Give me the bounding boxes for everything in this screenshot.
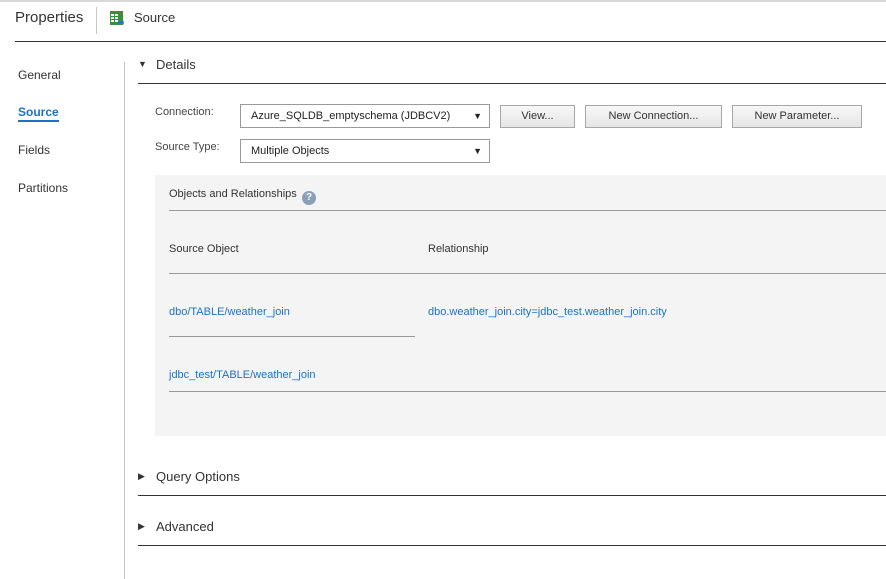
caret-right-icon: ▶ bbox=[138, 521, 145, 531]
header-divider bbox=[96, 7, 97, 34]
nav-item-source[interactable]: Source bbox=[18, 105, 59, 122]
dropdown-arrow-icon: ▼ bbox=[473, 146, 482, 156]
details-rule bbox=[138, 83, 886, 84]
header-rule bbox=[15, 41, 886, 42]
source-type-select[interactable]: Multiple Objects ▼ bbox=[240, 139, 490, 163]
table-grid-icon bbox=[110, 11, 124, 25]
source-type-label: Source Type: bbox=[155, 141, 220, 153]
properties-header: Properties Source bbox=[0, 2, 886, 42]
properties-side-nav: General Source Fields Partitions bbox=[0, 42, 124, 579]
advanced-title: Advanced bbox=[156, 519, 214, 534]
objects-relationships-panel: Objects and Relationships ? Source Objec… bbox=[155, 175, 886, 436]
source-object-link[interactable]: dbo/TABLE/weather_join bbox=[169, 306, 290, 318]
help-circle-icon[interactable]: ? bbox=[302, 191, 316, 205]
advanced-section-header[interactable]: ▶ Advanced bbox=[138, 518, 886, 548]
view-button[interactable]: View... bbox=[500, 105, 575, 128]
column-header-rule bbox=[169, 273, 886, 274]
header-source-label: Source bbox=[134, 10, 176, 25]
objects-relationships-title: Objects and Relationships bbox=[169, 188, 297, 200]
nav-item-general[interactable]: General bbox=[18, 68, 61, 82]
dropdown-arrow-icon: ▼ bbox=[473, 111, 482, 121]
properties-title: Properties bbox=[15, 9, 84, 26]
connection-select[interactable]: Azure_SQLDB_emptyschema (JDBCV2) ▼ bbox=[240, 104, 490, 128]
advanced-rule bbox=[138, 545, 886, 546]
relationship-column-header: Relationship bbox=[428, 243, 489, 255]
query-options-title: Query Options bbox=[156, 469, 240, 484]
row-separator bbox=[169, 391, 886, 392]
new-connection-button[interactable]: New Connection... bbox=[585, 105, 722, 128]
caret-right-icon: ▶ bbox=[138, 471, 145, 481]
source-object-link[interactable]: jdbc_test/TABLE/weather_join bbox=[169, 369, 316, 381]
connection-label: Connection: bbox=[155, 106, 214, 118]
side-nav-divider bbox=[124, 62, 125, 579]
panel-title-rule bbox=[169, 210, 886, 211]
row-separator bbox=[169, 336, 415, 337]
connection-value: Azure_SQLDB_emptyschema (JDBCV2) bbox=[251, 110, 451, 122]
details-title: Details bbox=[156, 57, 196, 72]
source-object-column-header: Source Object bbox=[169, 243, 239, 255]
source-type-value: Multiple Objects bbox=[251, 145, 330, 157]
nav-item-fields[interactable]: Fields bbox=[18, 143, 50, 157]
relationship-link[interactable]: dbo.weather_join.city=jdbc_test.weather_… bbox=[428, 306, 667, 318]
query-options-section-header[interactable]: ▶ Query Options bbox=[138, 468, 886, 498]
new-parameter-button[interactable]: New Parameter... bbox=[732, 105, 862, 128]
details-section-header[interactable]: ▼ Details bbox=[138, 56, 886, 86]
query-options-rule bbox=[138, 495, 886, 496]
caret-down-icon: ▼ bbox=[138, 59, 147, 69]
nav-item-partitions[interactable]: Partitions bbox=[18, 181, 68, 195]
